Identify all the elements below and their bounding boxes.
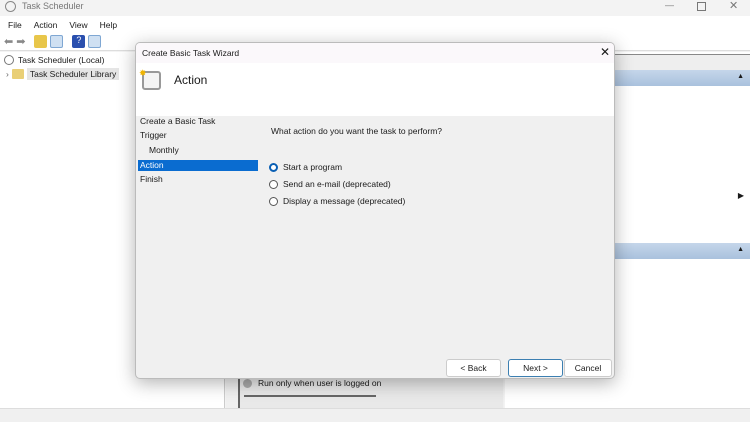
run-option-label: Run only when user is logged on [258, 378, 382, 388]
chevron-right-icon[interactable]: › [6, 69, 9, 79]
folder-up-icon[interactable] [34, 35, 48, 48]
tree-item-local[interactable]: Task Scheduler (Local) [4, 55, 104, 65]
close-window-button[interactable]: ✕ [729, 0, 738, 12]
option-send-email[interactable]: Send an e-mail (deprecated) [269, 179, 391, 189]
tree-label: Task Scheduler Library [26, 68, 120, 80]
next-button[interactable]: Next > [508, 359, 563, 377]
radio-selected-icon[interactable] [269, 162, 278, 172]
dialog-header-title: Action [174, 73, 208, 87]
menu-file[interactable]: File [8, 20, 22, 30]
tree-item-library[interactable]: › Task Scheduler Library [6, 68, 120, 80]
show-action-pane-icon[interactable] [88, 35, 102, 48]
dialog-header: ✸ Action [136, 63, 614, 116]
submenu-arrow-icon[interactable]: ▶ [738, 191, 744, 200]
help-icon[interactable]: ? [72, 35, 86, 48]
dialog-title: Create Basic Task Wizard [142, 48, 240, 58]
maximize-button[interactable] [697, 2, 706, 11]
step-action[interactable]: Action [138, 160, 258, 171]
dialog-titlebar: Create Basic Task Wizard ✕ [136, 43, 614, 63]
dialog-body: Create a Basic Task Trigger Monthly Acti… [136, 116, 614, 378]
step-trigger[interactable]: Trigger [138, 130, 258, 141]
window-titlebar: Task Scheduler — ✕ [0, 0, 750, 14]
tree-label: Task Scheduler (Local) [18, 55, 105, 65]
action-question: What action do you want the task to perf… [271, 126, 443, 136]
radio-icon[interactable] [269, 179, 278, 189]
create-basic-task-wizard: Create Basic Task Wizard ✕ ✸ Action Crea… [135, 42, 615, 379]
radio-icon [243, 378, 252, 388]
run-option-radio[interactable]: Run only when user is logged on [243, 378, 381, 388]
step-monthly[interactable]: Monthly [138, 145, 258, 156]
option-display-message[interactable]: Display a message (deprecated) [269, 196, 405, 206]
window-title: Task Scheduler [22, 1, 84, 11]
step-finish[interactable]: Finish [138, 174, 258, 185]
folder-icon [11, 69, 24, 79]
collapse-icon[interactable]: ▲ [737, 246, 744, 253]
menu-help[interactable]: Help [100, 20, 117, 30]
task-clock-icon: ✸ [139, 68, 161, 90]
cancel-button[interactable]: Cancel [564, 359, 612, 377]
option-label: Display a message (deprecated) [283, 196, 406, 206]
menu-bar: File Action View Help [0, 16, 750, 33]
status-bar [0, 408, 750, 422]
step-create-basic-task[interactable]: Create a Basic Task [138, 116, 258, 127]
close-dialog-button[interactable]: ✕ [600, 45, 610, 59]
back-button[interactable]: < Back [446, 359, 501, 377]
menu-action[interactable]: Action [34, 20, 58, 30]
radio-icon[interactable] [269, 196, 278, 206]
forward-arrow-icon[interactable]: ➡ [16, 35, 25, 48]
minimize-button[interactable]: — [665, 0, 674, 10]
back-arrow-icon[interactable]: ⬅ [4, 35, 13, 48]
option-start-program[interactable]: Start a program [269, 162, 342, 172]
option-label: Start a program [283, 162, 343, 172]
collapse-icon[interactable]: ▲ [737, 73, 744, 80]
show-hide-console-icon[interactable] [50, 35, 64, 48]
clock-icon [4, 55, 14, 65]
clock-icon [5, 1, 16, 12]
option-label: Send an e-mail (deprecated) [283, 179, 391, 189]
menu-view[interactable]: View [69, 20, 87, 30]
